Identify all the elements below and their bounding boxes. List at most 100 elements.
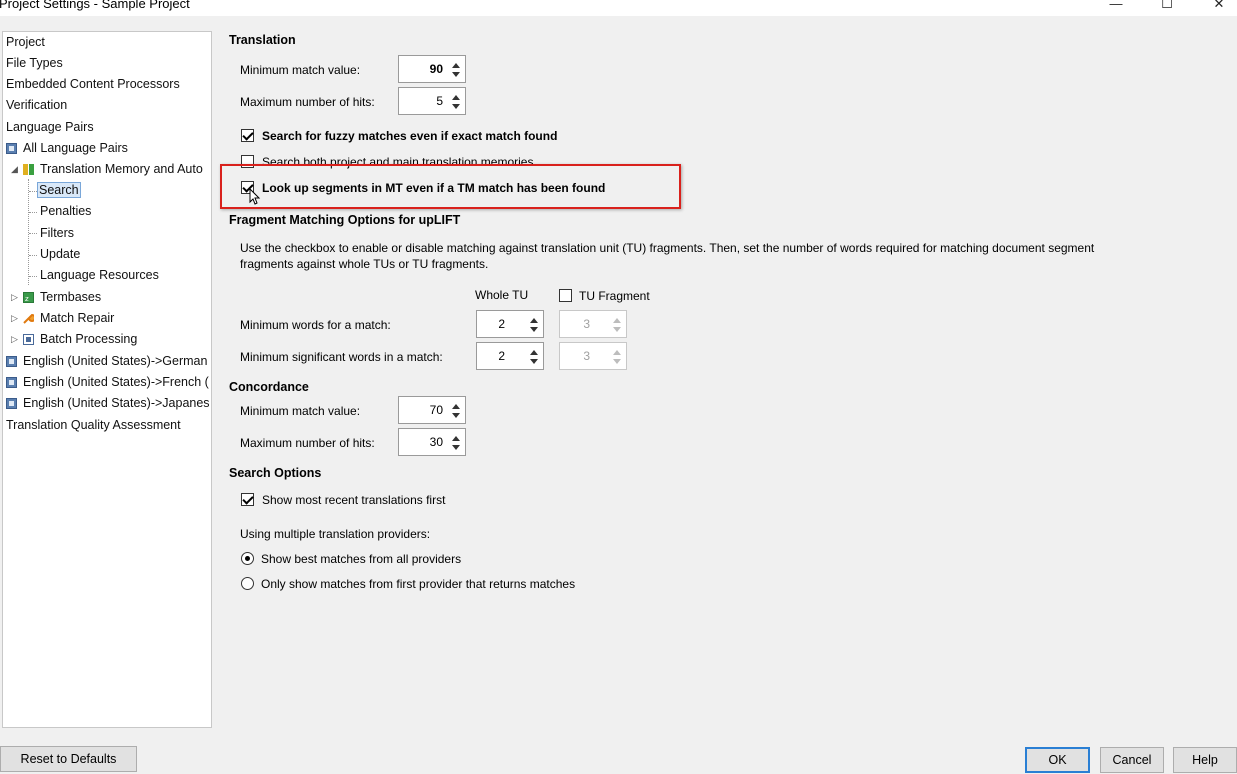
tree-item-update[interactable]: Update [40,244,80,264]
max-hits-spinner[interactable]: 5 [398,87,466,115]
best-matches-radio[interactable] [241,552,254,565]
min-words-whole-spinner[interactable]: 2 [476,310,544,338]
spin-down-icon[interactable] [613,327,621,332]
section-title-fragment: Fragment Matching Options for upLIFT [229,213,461,227]
whole-tu-header: Whole TU [475,288,529,302]
best-matches-label[interactable]: Show best matches from all providers [261,552,461,566]
cancel-button[interactable]: Cancel [1100,747,1164,773]
spin-up-icon[interactable] [452,436,460,441]
spin-down-icon[interactable] [452,72,460,77]
wrench-icon [23,313,34,324]
spin-up-icon[interactable] [452,404,460,409]
fuzzy-match-label[interactable]: Search for fuzzy matches even if exact m… [262,129,557,143]
tree-item-search[interactable]: Search [37,180,81,200]
mt-lookup-label[interactable]: Look up segments in MT even if a TM matc… [262,181,605,195]
min-significant-whole-spinner[interactable]: 2 [476,342,544,370]
recent-translations-label[interactable]: Show most recent translations first [262,493,445,507]
providers-label: Using multiple translation providers: [240,527,431,541]
min-words-fragment-value: 3 [583,317,590,331]
tree-item-english-japanese[interactable]: English (United States)->Japanes [6,393,210,413]
tree-item-batch-processing[interactable]: ▷ Batch Processing [6,329,137,349]
section-title-search-options: Search Options [229,466,322,480]
close-button[interactable]: ✕ [1211,0,1227,12]
min-match-value: 90 [429,62,443,76]
min-match-label: Minimum match value: [240,63,361,77]
tree-item-english-german[interactable]: English (United States)->German [6,351,207,371]
tree-item-penalties[interactable]: Penalties [40,201,91,221]
mouse-cursor-icon [249,188,261,205]
tree-item-file-types[interactable]: File Types [6,53,63,73]
tree-item-translation-memory[interactable]: ◢ Translation Memory and Auto [6,159,203,179]
translation-memory-icon [23,164,34,175]
min-match-spinner[interactable]: 90 [398,55,466,83]
reset-defaults-button[interactable]: Reset to Defaults [0,746,137,772]
spin-down-icon[interactable] [613,359,621,364]
tree-connector [29,212,37,213]
min-significant-fragment-value: 3 [583,349,590,363]
tree-item-match-repair[interactable]: ▷ Match Repair [6,308,114,328]
fuzzy-match-checkbox[interactable] [241,129,254,142]
tree-item-termbases[interactable]: ▷ z Termbases [6,287,101,307]
language-pair-icon [6,398,17,409]
ok-button[interactable]: OK [1025,747,1090,773]
spin-up-icon[interactable] [613,318,621,323]
help-button[interactable]: Help [1173,747,1237,773]
min-significant-label: Minimum significant words in a match: [240,350,443,364]
concordance-max-hits-spinner[interactable]: 30 [398,428,466,456]
tree-item-filters[interactable]: Filters [40,223,74,243]
maximize-button[interactable]: ☐ [1159,0,1175,12]
expand-arrow-icon[interactable]: ▷ [11,308,18,328]
window-title: Project Settings - Sample Project [0,0,190,11]
expand-arrow-icon[interactable]: ▷ [11,329,18,349]
spin-down-icon[interactable] [452,104,460,109]
spin-down-icon[interactable] [452,445,460,450]
tree-connector [29,255,37,256]
svg-text:z: z [25,295,29,303]
tree-connector [29,233,37,234]
tu-fragment-checkbox[interactable] [559,289,572,302]
spin-down-icon[interactable] [530,359,538,364]
max-hits-label: Maximum number of hits: [240,95,375,109]
first-provider-label[interactable]: Only show matches from first provider th… [261,577,575,591]
concordance-max-hits-value: 30 [429,435,443,449]
termbase-icon: z [23,292,34,303]
tu-fragment-label[interactable]: TU Fragment [579,289,650,303]
spin-up-icon[interactable] [452,63,460,68]
min-words-whole-value: 2 [498,317,505,331]
spin-up-icon[interactable] [613,350,621,355]
tree-item-language-pairs[interactable]: Language Pairs [6,117,94,137]
tree-item-project[interactable]: Project [6,32,45,52]
min-words-fragment-spinner[interactable]: 3 [559,310,627,338]
concordance-min-match-spinner[interactable]: 70 [398,396,466,424]
spin-up-icon[interactable] [530,350,538,355]
concordance-min-match-label: Minimum match value: [240,404,361,418]
language-pair-icon [6,143,17,154]
fragment-description-line1: Use the checkbox to enable or disable ma… [240,241,1095,255]
concordance-max-hits-label: Maximum number of hits: [240,436,375,450]
first-provider-radio[interactable] [241,577,254,590]
tree-item-translation-quality[interactable]: Translation Quality Assessment [6,415,181,435]
minimize-button[interactable]: — [1108,0,1124,12]
tree-item-language-resources[interactable]: Language Resources [40,265,159,285]
tree-connector [29,276,37,277]
recent-translations-checkbox[interactable] [241,493,254,506]
tree-connector [29,191,37,192]
spin-down-icon[interactable] [452,413,460,418]
collapse-arrow-icon[interactable]: ◢ [11,159,18,179]
spin-up-icon[interactable] [530,318,538,323]
spin-down-icon[interactable] [530,327,538,332]
section-title-translation: Translation [229,33,296,47]
tree-item-english-french[interactable]: English (United States)->French ( [6,372,209,392]
concordance-min-match-value: 70 [429,403,443,417]
spin-up-icon[interactable] [452,95,460,100]
language-pair-icon [6,377,17,388]
fragment-description-line2: fragments against whole TUs or TU fragme… [240,257,489,271]
expand-arrow-icon[interactable]: ▷ [11,287,18,307]
tree-item-all-language-pairs[interactable]: All Language Pairs [6,138,128,158]
min-words-label: Minimum words for a match: [240,318,391,332]
settings-tree[interactable]: Project File Types Embedded Content Proc… [2,31,212,728]
tree-item-embedded-content[interactable]: Embedded Content Processors [6,74,180,94]
min-significant-fragment-spinner[interactable]: 3 [559,342,627,370]
tree-item-verification[interactable]: Verification [6,95,67,115]
min-significant-whole-value: 2 [498,349,505,363]
